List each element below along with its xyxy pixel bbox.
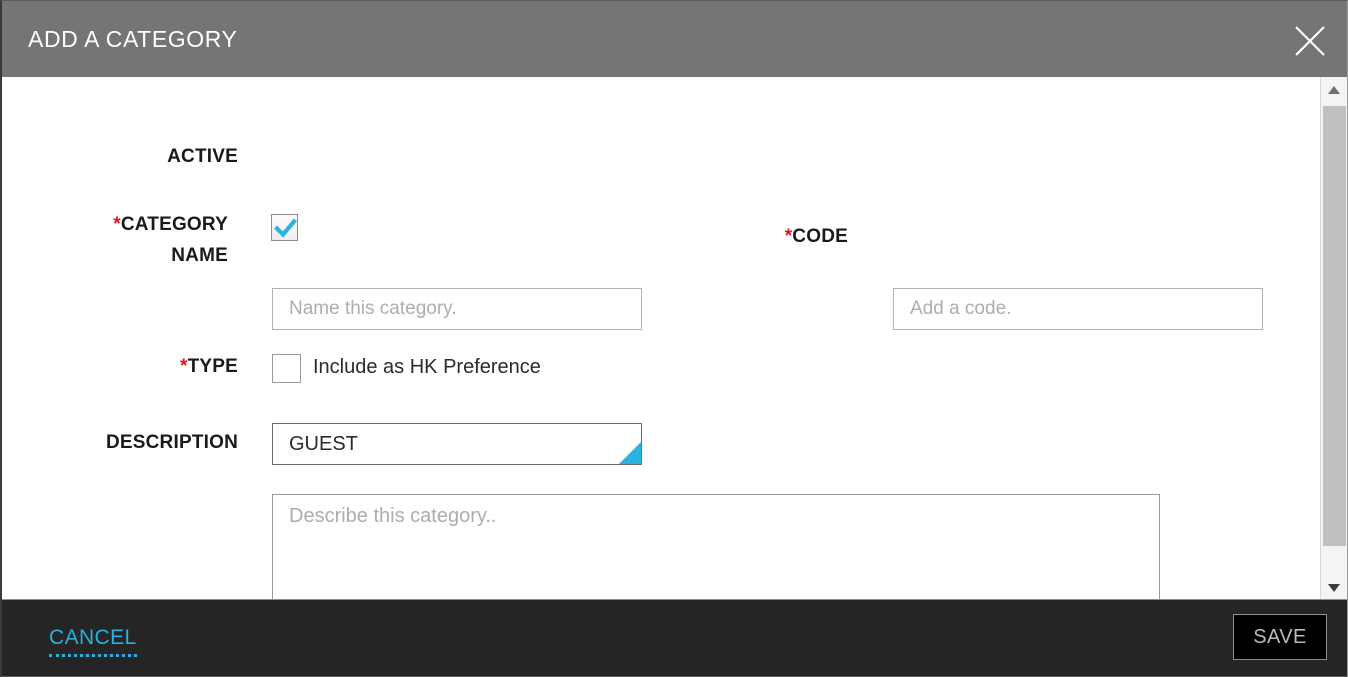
category-name-input[interactable] — [272, 288, 642, 330]
dropdown-corner-icon — [619, 442, 641, 464]
dialog-title: ADD A CATEGORY — [28, 26, 238, 52]
dialog-footer: CANCEL SAVE — [2, 599, 1347, 676]
description-label: DESCRIPTION — [105, 432, 238, 453]
close-icon[interactable] — [1288, 19, 1332, 63]
scroll-up-arrow-icon[interactable] — [1321, 77, 1347, 103]
code-label-text: CODE — [792, 226, 848, 247]
add-category-dialog: ADD A CATEGORY ACTIVE *CATEGORY NAME *CO… — [0, 0, 1348, 677]
code-label: *CODE — [702, 221, 848, 252]
active-label: ACTIVE — [167, 146, 238, 167]
save-button[interactable]: SAVE — [1233, 614, 1327, 660]
dialog-header: ADD A CATEGORY — [2, 1, 1347, 77]
required-asterisk: * — [179, 356, 188, 377]
type-label: *TYPE — [92, 351, 238, 382]
vertical-scrollbar[interactable] — [1320, 77, 1347, 601]
category-name-label-text: CATEGORY NAME — [120, 214, 228, 266]
hk-preference-checkbox[interactable] — [272, 354, 301, 383]
type-select-value: GUEST — [289, 433, 358, 455]
required-asterisk: * — [113, 214, 121, 235]
active-checkbox[interactable] — [271, 214, 298, 241]
cancel-button[interactable]: CANCEL — [49, 626, 137, 657]
hk-preference-label[interactable]: Include as HK Preference — [313, 356, 541, 379]
type-select[interactable]: GUEST — [272, 423, 642, 465]
code-input[interactable] — [893, 288, 1263, 330]
type-label-text: TYPE — [187, 356, 238, 377]
scroll-down-arrow-icon[interactable] — [1321, 575, 1347, 601]
category-name-label: *CATEGORY NAME — [62, 209, 228, 271]
dialog-body: ACTIVE *CATEGORY NAME *CODE Include as H… — [2, 77, 1322, 660]
scrollbar-thumb[interactable] — [1323, 106, 1346, 546]
